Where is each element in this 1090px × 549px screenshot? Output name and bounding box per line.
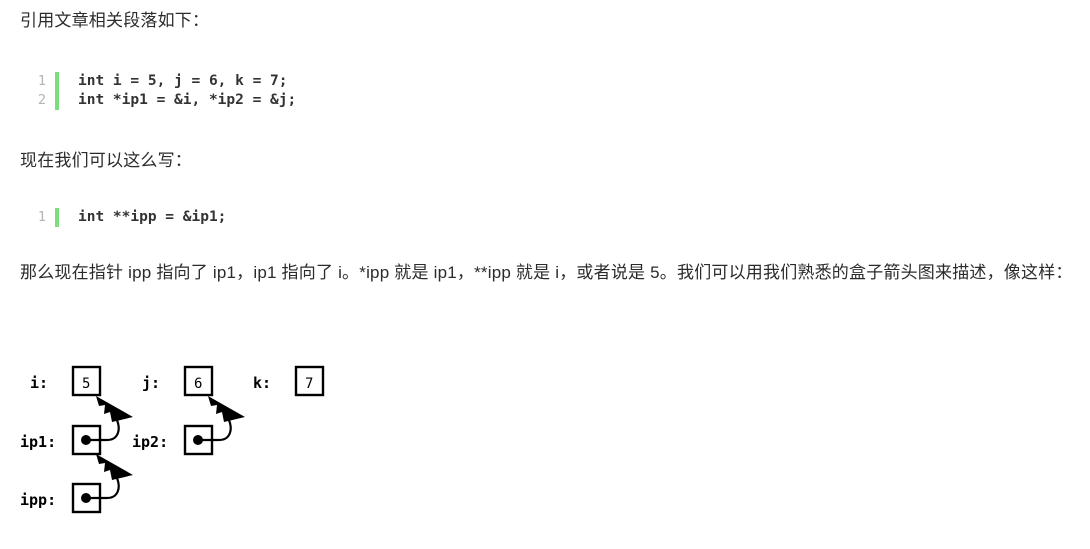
second-paragraph: 现在我们可以这么写： — [20, 151, 192, 170]
code-block-declarations: 1 int i = 5, j = 6, k = 7; 2 int *ip1 = … — [30, 72, 297, 110]
diagram-label-j: j: — [142, 374, 160, 392]
code-line: 1 int **ipp = &ip1; — [30, 208, 226, 227]
code-block-double-pointer: 1 int **ipp = &ip1; — [30, 208, 227, 227]
code-gutter-bar — [55, 91, 59, 110]
diagram-label-ip2: ip2: — [132, 433, 168, 451]
pointer-box-arrow-diagram: i: 5 j: 6 k: 7 ip1: ip2: ipp: — [0, 352, 360, 532]
diagram-label-ipp: ipp: — [20, 491, 56, 509]
code-line-text: int i = 5, j = 6, k = 7; — [78, 73, 288, 89]
diagram-value-i: 5 — [82, 376, 90, 392]
code-line: 1 int i = 5, j = 6, k = 7; — [30, 72, 296, 91]
diagram-value-j: 6 — [194, 376, 202, 392]
diagram-label-k: k: — [253, 374, 271, 392]
diagram-label-ip1: ip1: — [20, 433, 56, 451]
diagram-node-k: k: 7 — [253, 365, 325, 397]
diagram-node-j: j: 6 — [142, 365, 214, 397]
code-line-text: int *ip1 = &i, *ip2 = &j; — [78, 92, 297, 108]
code-line-text: int **ipp = &ip1; — [78, 209, 227, 225]
code-line: 2 int *ip1 = &i, *ip2 = &j; — [30, 91, 296, 110]
code-gutter-bar — [55, 208, 59, 227]
explanation-paragraph: 那么现在指针 ipp 指向了 ip1，ip1 指向了 i。*ipp 就是 ip1… — [20, 263, 1073, 282]
diagram-value-k: 7 — [305, 376, 313, 392]
line-number: 1 — [37, 73, 46, 89]
intro-paragraph: 引用文章相关段落如下： — [20, 11, 210, 30]
line-number: 2 — [37, 92, 46, 108]
line-number: 1 — [37, 209, 46, 225]
code-gutter-bar — [55, 72, 59, 91]
diagram-label-i: i: — [30, 374, 48, 392]
diagram-node-i: i: 5 — [30, 365, 102, 397]
